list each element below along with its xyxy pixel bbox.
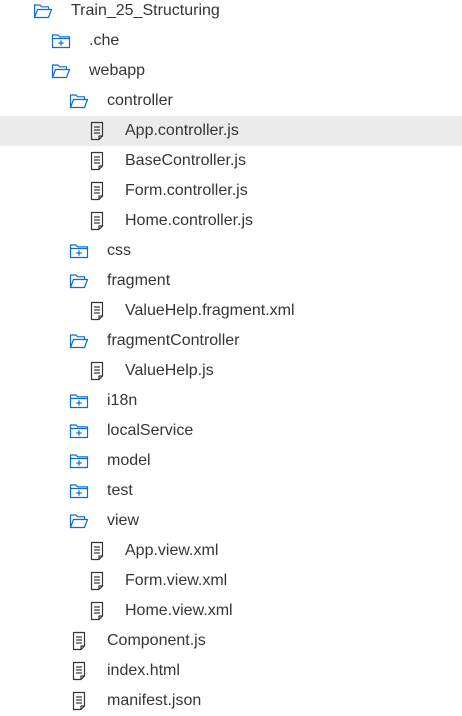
tree-item-label: fragment [107,272,171,289]
folder-closed-icon [69,241,89,261]
tree-file-valuehelp-fragment-xml[interactable]: ValueHelp.fragment.xml [0,296,462,326]
file-icon [69,691,89,711]
tree-file-form-controller-js[interactable]: Form.controller.js [0,176,462,206]
tree-item-label: i18n [107,392,138,409]
tree-item-label: App.view.xml [125,542,219,559]
tree-folder-css[interactable]: css [0,236,462,266]
folder-open-icon [69,331,89,351]
tree-item-label: model [107,452,151,469]
folder-open-icon [69,271,89,291]
tree-file-app-view-xml[interactable]: App.view.xml [0,536,462,566]
tree-file-basecontroller-js[interactable]: BaseController.js [0,146,462,176]
tree-folder-webapp[interactable]: webapp [0,56,462,86]
tree-file-app-controller-js[interactable]: App.controller.js [0,116,462,146]
file-icon [87,211,107,231]
tree-folder-train-25-structuring[interactable]: Train_25_Structuring [0,0,462,26]
tree-item-label: Train_25_Structuring [71,2,220,19]
folder-closed-icon [69,421,89,441]
file-icon [87,181,107,201]
folder-open-icon [69,511,89,531]
tree-folder-view[interactable]: view [0,506,462,536]
tree-item-label: css [107,242,131,259]
tree-folder-localservice[interactable]: localService [0,416,462,446]
folder-closed-icon [51,31,71,51]
folder-open-icon [33,1,53,21]
file-icon [87,601,107,621]
tree-item-label: ValueHelp.js [125,362,214,379]
file-icon [87,541,107,561]
folder-open-icon [69,91,89,111]
tree-item-label: manifest.json [107,692,202,709]
tree-file-form-view-xml[interactable]: Form.view.xml [0,566,462,596]
file-icon [69,631,89,651]
file-icon [87,361,107,381]
tree-item-label: controller [107,92,173,109]
file-icon [87,571,107,591]
file-icon [87,151,107,171]
folder-open-icon [51,61,71,81]
file-icon [87,121,107,141]
tree-folder-i18n[interactable]: i18n [0,386,462,416]
file-icon [87,301,107,321]
tree-folder-fragment[interactable]: fragment [0,266,462,296]
tree-item-label: BaseController.js [125,152,246,169]
tree-item-label: ValueHelp.fragment.xml [125,302,295,319]
tree-item-label: Component.js [107,632,206,649]
tree-item-label: App.controller.js [125,122,239,139]
tree-file-index-html[interactable]: index.html [0,656,462,686]
tree-item-label: webapp [89,62,146,79]
tree-file-home-view-xml[interactable]: Home.view.xml [0,596,462,626]
folder-closed-icon [69,481,89,501]
tree-folder-fragmentcontroller[interactable]: fragmentController [0,326,462,356]
tree-folder-model[interactable]: model [0,446,462,476]
tree-item-label: Home.controller.js [125,212,254,229]
tree-item-label: index.html [107,662,180,679]
tree-folder-test[interactable]: test [0,476,462,506]
tree-folder-controller[interactable]: controller [0,86,462,116]
tree-file-component-js[interactable]: Component.js [0,626,462,656]
tree-item-label: view [107,512,140,529]
folder-closed-icon [69,451,89,471]
file-tree: Train_25_Structuring .che webapp controller… [0,0,462,716]
tree-item-label: Home.view.xml [125,602,233,619]
file-icon [69,661,89,681]
tree-item-label: Form.controller.js [125,182,248,199]
tree-item-label: Form.view.xml [125,572,228,589]
tree-file-home-controller-js[interactable]: Home.controller.js [0,206,462,236]
tree-item-label: .che [89,32,120,49]
tree-item-label: localService [107,422,194,439]
folder-closed-icon [69,391,89,411]
tree-item-label: fragmentController [107,332,240,349]
tree-file-manifest-json[interactable]: manifest.json [0,686,462,716]
tree-item-label: test [107,482,133,499]
tree-folder-che[interactable]: .che [0,26,462,56]
tree-file-valuehelp-js[interactable]: ValueHelp.js [0,356,462,386]
